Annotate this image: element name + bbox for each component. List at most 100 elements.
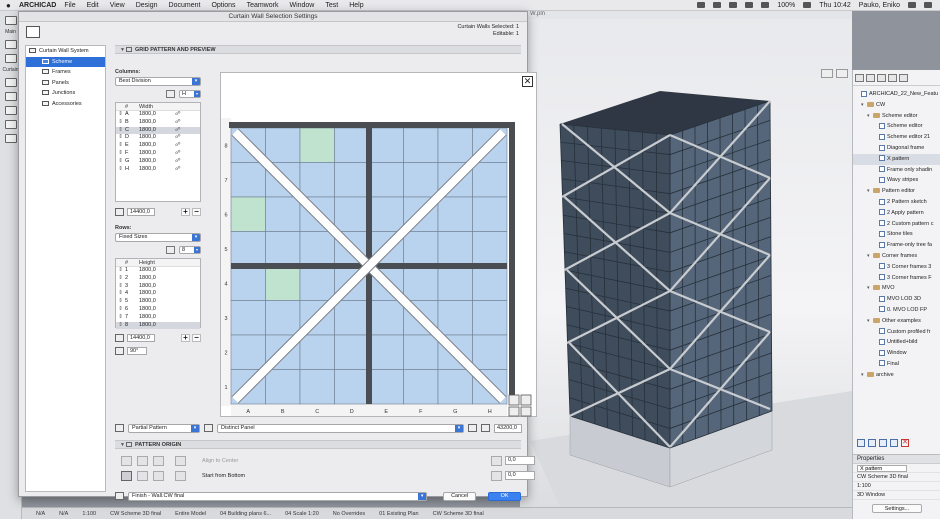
navigator-item[interactable]: 3 Corner frames F [853,273,940,284]
close-preview-icon[interactable]: ✕ [522,76,533,87]
preview-panel[interactable] [230,334,266,370]
preview-panel[interactable] [265,127,301,163]
tree-item-frames[interactable]: Frames [26,67,105,78]
menu-test[interactable]: Test [325,2,338,9]
navigator-item[interactable]: Frame-only tree fa [853,240,940,251]
menu-document[interactable]: Document [169,2,201,9]
status-item[interactable]: CW Scheme 3D final [110,511,161,517]
navigator-item[interactable]: 2 Pattern sketch [853,197,940,208]
origin-y-field[interactable]: 0,0 [505,471,535,480]
status-item[interactable]: Entire Model [175,511,206,517]
menu-edit[interactable]: Edit [87,2,99,9]
row-height[interactable]: 1800,0 [139,275,175,283]
column-grid-icon[interactable] [166,89,175,98]
pattern-preview[interactable]: ABCDEFGH12345678 ✕ [220,72,537,417]
tree-item-panels[interactable]: Panels [26,78,105,89]
columns-total-field[interactable]: 14400,0 [127,208,155,216]
preview-panel[interactable] [334,369,370,405]
grid-section-header[interactable]: ▼ GRID PATTERN AND PREVIEW [115,45,521,54]
battery-icon[interactable] [803,2,812,8]
align-center-h-icon[interactable] [137,456,148,466]
column-row[interactable]: ⇕ B 1800,0 ☍ [116,119,200,127]
preview-panel[interactable] [472,265,508,301]
column-width[interactable]: 1800,0 [139,166,175,174]
align-left-icon[interactable] [121,456,132,466]
navigator-item[interactable]: ▾ Pattern editor [853,186,940,197]
menu-design[interactable]: Design [136,2,158,9]
navigator-item[interactable]: Scheme editor [853,121,940,132]
reorder-icon[interactable]: ⇕ [116,298,125,306]
reorder-icon[interactable]: ⇕ [116,275,125,283]
grid-row[interactable]: ⇕ 5 1800,0 [116,298,200,306]
property-row[interactable]: CW Scheme 3D final [853,473,940,482]
view-settings-icon[interactable] [890,439,898,447]
column-width[interactable]: 1800,0 [139,127,175,135]
column-width[interactable]: 1800,0 [139,158,175,166]
preview-panel[interactable] [403,127,439,163]
arrow-tool-icon[interactable] [4,40,17,49]
column-width[interactable]: 1800,0 [139,111,175,119]
pattern-dots-icon[interactable] [520,406,532,417]
apple-icon[interactable]: ● [6,1,15,10]
navigator-item[interactable]: Window [853,348,940,359]
pattern-mode-dropdown[interactable]: Partial Pattern ▾ [128,423,200,433]
navigator-item[interactable]: ▾ Scheme editor [853,111,940,122]
preview-panel[interactable] [437,196,473,232]
clock[interactable]: Thu 10:42 [819,2,851,9]
column-width[interactable]: 1800,0 [139,119,175,127]
menu-options[interactable]: Options [211,2,235,9]
preview-panel[interactable] [334,162,370,198]
preview-panel[interactable] [437,265,473,301]
preview-panel[interactable] [437,300,473,336]
navigator-item[interactable]: Diagonal frame [853,143,940,154]
column-row[interactable]: ⇕ H 1800,0 ☍ [116,166,200,174]
align-middle-icon[interactable] [137,471,148,481]
lock-icon[interactable]: ☍ [175,150,187,158]
navigator-item[interactable]: Wavy stripes [853,175,940,186]
origin-x-field[interactable]: 0,0 [505,456,535,465]
junction-tool-icon[interactable] [4,120,17,129]
preview-panel[interactable] [230,300,266,336]
row-height[interactable]: 1800,0 [139,298,175,306]
row-height[interactable]: 1800,0 [139,314,175,322]
angle-field[interactable]: 90° [127,347,147,355]
preview-panel[interactable] [403,369,439,405]
status-item[interactable]: N/A [36,511,45,517]
preview-panel[interactable] [265,265,301,301]
rows-mode-dropdown[interactable]: Fixed Sizes ▾ [115,233,201,242]
preview-panel[interactable] [299,369,335,405]
frame-tool-icon[interactable] [4,92,17,101]
menu-app-name[interactable]: ARCHICAD [19,2,56,9]
preview-panel[interactable] [334,127,370,163]
curtain-wall-tool-icon[interactable] [4,78,17,87]
remove-column-button[interactable]: − [192,208,201,216]
navigator-item[interactable]: ▾ Corner frames [853,251,940,262]
navigator-item[interactable]: ▾ archive [853,370,940,381]
draw-frame-icon[interactable] [508,394,520,406]
reorder-icon[interactable]: ⇕ [116,111,125,119]
reorder-icon[interactable]: ⇕ [116,267,125,275]
navigator-item[interactable]: Scheme editor 21 [853,132,940,143]
navigator-item[interactable]: MVO LOD 3D [853,294,940,305]
preview-panel[interactable] [265,369,301,405]
row-grid-icon[interactable] [166,245,175,254]
rows-count-dropdown[interactable]: 8 ▾ [179,245,201,254]
add-row-button[interactable]: + [181,334,190,342]
navigator-item[interactable]: Custom profiled fr [853,327,940,338]
row-height[interactable]: 1800,0 [139,283,175,291]
reorder-icon[interactable]: ⇕ [116,306,125,314]
publisher-icon[interactable] [888,74,897,82]
column-row[interactable]: ⇕ G 1800,0 ☍ [116,158,200,166]
favorites-dropdown[interactable]: Finish - Wall.CW final ▾ [127,491,428,501]
property-row[interactable]: 1:100 [853,482,940,491]
status-item[interactable]: No Overrides [333,511,365,517]
row-height[interactable]: 1800,0 [139,290,175,298]
row-height[interactable]: 1800,0 [139,267,175,275]
preview-panel[interactable] [265,196,301,232]
properties-header[interactable]: Properties [853,454,940,464]
grid-row[interactable]: ⇕ 1 1800,0 [116,267,200,275]
preview-panel[interactable] [472,196,508,232]
accessory-tool-icon[interactable] [4,134,17,143]
navigator-item[interactable]: ARCHICAD_22_New_Featu [853,89,940,100]
tree-item-scheme[interactable]: Scheme [26,56,105,67]
